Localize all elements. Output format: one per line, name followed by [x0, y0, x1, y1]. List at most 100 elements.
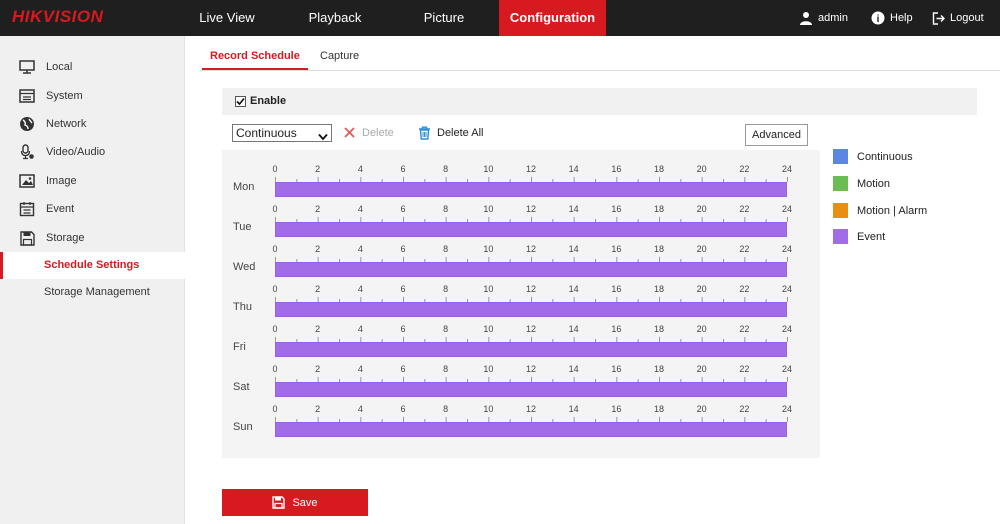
hour-tick-label: 12 — [525, 364, 537, 374]
record-type-select[interactable]: Continuous — [232, 124, 332, 142]
day-label-fri: Fri — [233, 341, 246, 353]
schedule-bar-thu[interactable] — [275, 302, 787, 317]
hour-tick-label: 4 — [357, 244, 363, 254]
sidebar-item-schedule-settings[interactable]: Schedule Settings — [0, 252, 185, 279]
legend-label: Continuous — [857, 150, 913, 163]
sidebar-item-network[interactable]: Network — [0, 111, 185, 137]
hour-tick-label: 14 — [568, 324, 579, 334]
globe-icon — [18, 116, 36, 132]
sidebar-item-video-audio[interactable]: Video/Audio — [0, 139, 185, 165]
sidebar-item-image[interactable]: Image — [0, 168, 185, 194]
hour-tick-label: 4 — [357, 164, 363, 174]
nav-picture[interactable]: Picture — [400, 0, 488, 36]
day-label-tue: Tue — [233, 221, 252, 233]
floppy-disk-icon — [18, 230, 36, 246]
top-navigation-bar: HIKVISION Live View Playback Picture Con… — [0, 0, 1000, 36]
tab-capture[interactable]: Capture — [320, 50, 359, 62]
hour-tick-label: 16 — [611, 284, 622, 294]
sidebar-item-label: Image — [46, 175, 77, 187]
sidebar-subitem-label: Storage Management — [44, 286, 150, 298]
hour-tick-label: 8 — [443, 204, 449, 214]
legend-swatch — [833, 229, 848, 244]
day-label-mon: Mon — [233, 181, 255, 193]
sidebar-item-local[interactable]: Local — [0, 54, 185, 80]
hour-tick-label: 10 — [483, 324, 494, 334]
svg-text:i: i — [877, 14, 880, 25]
legend-label: Motion — [857, 177, 891, 190]
hour-tick-label: 12 — [525, 164, 537, 174]
nav-configuration[interactable]: Configuration — [499, 0, 606, 36]
record-type-value: Continuous — [236, 126, 297, 140]
sidebar-item-label: Event — [46, 203, 75, 215]
schedule-bar-mon[interactable] — [275, 182, 787, 197]
hour-tick-label: 22 — [739, 284, 750, 294]
hour-tick-label: 6 — [400, 404, 406, 414]
hour-tick-label: 24 — [781, 404, 793, 414]
hour-tick-label: 18 — [653, 244, 665, 254]
delete-all-button[interactable]: Delete All — [418, 126, 483, 140]
sidebar-item-system[interactable]: System — [0, 83, 185, 109]
enable-checkbox[interactable] — [235, 96, 246, 107]
hour-tick-label: 24 — [781, 364, 793, 374]
hour-tick-label: 14 — [568, 284, 579, 294]
hour-tick-label: 16 — [611, 244, 622, 254]
hour-tick-label: 18 — [653, 164, 665, 174]
calendar-icon — [18, 201, 36, 217]
logout-label: Logout — [950, 12, 984, 24]
hour-tick-label: 16 — [611, 324, 622, 334]
hour-tick-label: 10 — [483, 204, 494, 214]
hour-tick-label: 0 — [272, 364, 278, 374]
hour-tick-label: 18 — [653, 324, 665, 334]
chevron-down-icon — [318, 129, 328, 145]
nav-playback[interactable]: Playback — [290, 0, 380, 36]
hour-tick-label: 20 — [696, 204, 707, 214]
hour-tick-label: 14 — [568, 244, 579, 254]
sidebar-item-event[interactable]: Event — [0, 196, 185, 222]
hour-tick-label: 16 — [611, 404, 622, 414]
hour-tick-label: 14 — [568, 204, 579, 214]
hour-tick-label: 24 — [781, 204, 793, 214]
user-menu[interactable]: admin — [799, 0, 848, 36]
help-link[interactable]: i Help — [871, 0, 913, 36]
sidebar-item-label: System — [46, 90, 83, 102]
hour-tick-label: 0 — [272, 244, 278, 254]
microphone-icon — [18, 144, 36, 160]
schedule-bar-fri[interactable] — [275, 342, 787, 357]
checkmark-icon — [236, 97, 245, 106]
hour-tick-label: 2 — [315, 364, 321, 374]
tab-record-schedule[interactable]: Record Schedule — [210, 50, 300, 62]
hour-tick-label: 10 — [483, 164, 494, 174]
hour-tick-label: 8 — [443, 324, 449, 334]
nav-live-view[interactable]: Live View — [186, 0, 268, 36]
day-label-sat: Sat — [233, 381, 250, 393]
username-label: admin — [818, 12, 848, 24]
schedule-bar-wed[interactable] — [275, 262, 787, 277]
hour-tick-label: 18 — [653, 284, 665, 294]
hour-tick-label: 2 — [315, 164, 321, 174]
delete-button[interactable]: Delete — [343, 126, 394, 139]
hour-tick-label: 24 — [781, 164, 793, 174]
logout-link[interactable]: Logout — [932, 0, 984, 36]
hour-tick-label: 8 — [443, 164, 449, 174]
schedule-bar-tue[interactable] — [275, 222, 787, 237]
hour-tick-label: 8 — [443, 364, 449, 374]
delete-all-label: Delete All — [437, 127, 484, 139]
sidebar-item-storage[interactable]: Storage — [0, 225, 185, 251]
schedule-bar-sun[interactable] — [275, 422, 787, 437]
image-icon — [18, 173, 36, 189]
system-icon — [18, 88, 36, 104]
advanced-button[interactable]: Advanced — [745, 124, 808, 146]
hour-tick-label: 0 — [272, 324, 278, 334]
hour-tick-label: 16 — [611, 364, 622, 374]
hour-tick-label: 4 — [357, 364, 363, 374]
help-icon: i — [871, 11, 885, 25]
schedule-grid: 0 2 4 6 8 10 12 14 16 18 20 22 24 Mon 0 2 4 6 8 10 12 14 16 18 2… — [222, 150, 820, 458]
save-button[interactable]: Save — [222, 489, 368, 516]
hour-tick-label: 10 — [483, 404, 494, 414]
hour-tick-label: 4 — [357, 204, 363, 214]
hour-tick-label: 20 — [696, 364, 707, 374]
sidebar-item-storage-management[interactable]: Storage Management — [0, 279, 185, 306]
schedule-bar-sat[interactable] — [275, 382, 787, 397]
hour-tick-label: 2 — [315, 204, 321, 214]
hour-tick-label: 8 — [443, 244, 449, 254]
